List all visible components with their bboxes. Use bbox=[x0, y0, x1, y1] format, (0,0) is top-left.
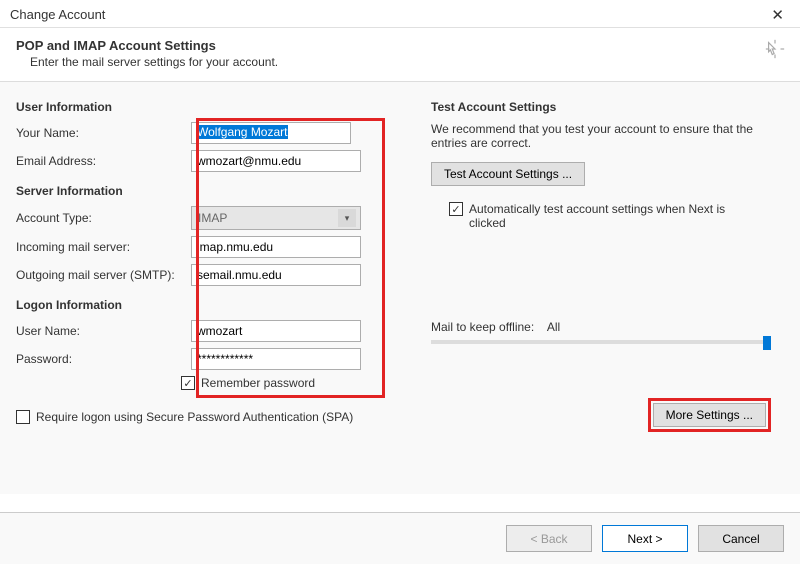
email-field[interactable] bbox=[191, 150, 361, 172]
your-name-field[interactable]: Wolfgang Mozart bbox=[191, 122, 351, 144]
label-your-name: Your Name: bbox=[16, 126, 191, 140]
mail-offline-slider[interactable] bbox=[431, 340, 771, 344]
more-settings-button[interactable]: More Settings ... bbox=[653, 403, 766, 427]
label-email: Email Address: bbox=[16, 154, 191, 168]
more-settings-highlight: More Settings ... bbox=[648, 398, 771, 432]
label-mail-offline: Mail to keep offline: bbox=[431, 320, 534, 334]
mail-offline-value: All bbox=[547, 320, 560, 334]
slider-thumb[interactable] bbox=[763, 336, 771, 350]
spa-checkbox[interactable] bbox=[16, 410, 30, 424]
test-hint: We recommend that you test your account … bbox=[431, 122, 771, 150]
label-incoming: Incoming mail server: bbox=[16, 240, 191, 254]
page-subtitle: Enter the mail server settings for your … bbox=[16, 55, 784, 69]
section-test: Test Account Settings bbox=[431, 100, 771, 114]
section-user-info: User Information bbox=[16, 100, 381, 114]
incoming-server-field[interactable] bbox=[191, 236, 361, 258]
account-type-value: IMAP bbox=[198, 211, 227, 225]
cancel-button[interactable]: Cancel bbox=[698, 525, 784, 552]
label-auto-test: Automatically test account settings when… bbox=[469, 202, 749, 230]
page-title: POP and IMAP Account Settings bbox=[16, 38, 784, 53]
label-remember: Remember password bbox=[201, 376, 315, 390]
next-button[interactable]: Next > bbox=[602, 525, 688, 552]
outgoing-server-field[interactable] bbox=[191, 264, 361, 286]
section-server-info: Server Information bbox=[16, 184, 381, 198]
section-logon-info: Logon Information bbox=[16, 298, 381, 312]
test-account-button[interactable]: Test Account Settings ... bbox=[431, 162, 585, 186]
label-user-name: User Name: bbox=[16, 324, 191, 338]
label-outgoing: Outgoing mail server (SMTP): bbox=[16, 268, 191, 282]
label-account-type: Account Type: bbox=[16, 211, 191, 225]
remember-password-checkbox[interactable]: ✓ bbox=[181, 376, 195, 390]
close-icon[interactable]: ✕ bbox=[765, 6, 790, 24]
auto-test-checkbox[interactable]: ✓ bbox=[449, 202, 463, 216]
account-type-dropdown[interactable]: IMAP ▾ bbox=[191, 206, 361, 230]
back-button: < Back bbox=[506, 525, 592, 552]
window-title: Change Account bbox=[10, 7, 105, 22]
user-name-field[interactable] bbox=[191, 320, 361, 342]
cursor-icon bbox=[764, 38, 786, 63]
label-password: Password: bbox=[16, 352, 191, 366]
label-spa: Require logon using Secure Password Auth… bbox=[36, 410, 353, 424]
password-field[interactable] bbox=[191, 348, 361, 370]
chevron-down-icon: ▾ bbox=[338, 209, 356, 227]
